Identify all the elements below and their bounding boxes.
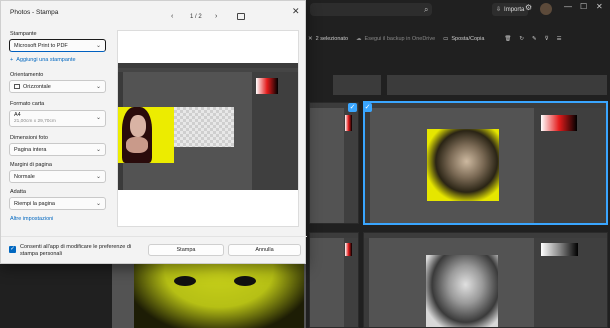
margins-select[interactable]: Normale ⌄ bbox=[9, 170, 106, 183]
edit-icon[interactable]: ✎ bbox=[532, 36, 537, 42]
paper-size-select[interactable]: A4 21,00cm x 29,70cm ⌄ bbox=[9, 110, 106, 127]
delete-icon[interactable]: 🗑 bbox=[504, 36, 511, 42]
import-label: Importa bbox=[504, 6, 525, 13]
printer-label: Stampante bbox=[10, 31, 37, 37]
hand-shape bbox=[126, 137, 148, 153]
preview-image bbox=[118, 63, 298, 190]
paper-size-dimensions: 21,00cm x 29,70cm bbox=[14, 118, 56, 124]
close-icon[interactable]: ✕ bbox=[292, 6, 300, 17]
folder-icon: ▭ bbox=[443, 36, 449, 42]
ps-panel bbox=[343, 108, 358, 223]
consent-checkbox[interactable]: ✓ bbox=[9, 246, 16, 253]
import-button[interactable]: ⇩ Importa bbox=[492, 3, 529, 16]
chevron-down-icon: ⌄ bbox=[95, 115, 101, 121]
transparent-canvas bbox=[174, 107, 234, 147]
selected-count: 2 selezionato bbox=[315, 36, 349, 42]
margins-label: Margini di pagina bbox=[10, 162, 52, 168]
ps-panel bbox=[534, 238, 607, 327]
color-picker bbox=[345, 114, 353, 131]
onedrive-backup-button[interactable]: ☁ Esegui il backup in OneDrive bbox=[356, 36, 435, 42]
cloud-icon: ☁ bbox=[356, 36, 362, 42]
more-settings-label: Altre impostazioni bbox=[10, 216, 54, 222]
paper-size-label: Formato carta bbox=[10, 101, 45, 107]
color-picker bbox=[345, 243, 353, 256]
print-button[interactable]: Stampa bbox=[148, 244, 224, 256]
photos-titlebar: ⌕ ⇩ Importa ⚙ — ☐ ✕ bbox=[300, 0, 610, 18]
orientation-select[interactable]: Orizzontale ⌄ bbox=[9, 80, 106, 93]
ps-panel bbox=[343, 238, 358, 327]
photo-thumbnail[interactable] bbox=[363, 232, 608, 328]
printer-select[interactable]: Microsoft Print to PDF ⌄ bbox=[9, 39, 106, 52]
chevron-down-icon: ⌄ bbox=[95, 147, 101, 153]
close-icon: ✕ bbox=[308, 36, 313, 42]
move-copy-button[interactable]: ▭ Sposta/Copia bbox=[443, 36, 484, 42]
next-page-button[interactable]: › bbox=[215, 13, 217, 20]
color-picker bbox=[256, 78, 278, 94]
selected-check-icon[interactable]: ✓ bbox=[363, 103, 372, 112]
ps-panel bbox=[533, 108, 606, 223]
halftone-face-image bbox=[134, 256, 304, 328]
photo-size-label: Dimensioni foto bbox=[10, 135, 48, 141]
filter-icon[interactable]: ⊽ bbox=[545, 36, 549, 42]
page-indicator: 1 / 2 bbox=[190, 14, 202, 20]
avatar[interactable] bbox=[540, 3, 552, 15]
photo-size-value: Pagina intera bbox=[14, 146, 47, 153]
margins-value: Normale bbox=[14, 173, 35, 180]
screen: ⌕ ⇩ Importa ⚙ — ☐ ✕ ✕ 2 selezionato ☁ Es… bbox=[0, 0, 610, 328]
photo-size-select[interactable]: Pagina intera ⌄ bbox=[9, 143, 106, 156]
orientation-label: Orientamento bbox=[10, 72, 44, 78]
selected-check-icon[interactable]: ✓ bbox=[348, 103, 357, 112]
photo-strip-item[interactable] bbox=[387, 75, 607, 95]
search-icon[interactable]: ⌕ bbox=[424, 5, 428, 15]
search-box[interactable] bbox=[310, 3, 432, 16]
photo-thumbnail[interactable] bbox=[309, 102, 359, 224]
orientation-value: Orizzontale bbox=[23, 83, 51, 90]
selection-toolbar: ✕ 2 selezionato ☁ Esegui il backup in On… bbox=[300, 30, 610, 48]
chevron-down-icon: ⌄ bbox=[95, 174, 101, 180]
ps-toolbox bbox=[365, 108, 370, 223]
fit-view-icon[interactable] bbox=[237, 13, 245, 20]
maximize-icon[interactable]: ☐ bbox=[580, 2, 587, 11]
photo-canvas bbox=[426, 255, 498, 327]
more-settings-link[interactable]: Altre impostazioni bbox=[10, 216, 53, 222]
eye-shape bbox=[174, 276, 196, 286]
chevron-down-icon: ⌄ bbox=[95, 84, 101, 90]
face-shape bbox=[130, 115, 146, 137]
photo-thumbnail-selected[interactable] bbox=[363, 101, 608, 225]
fit-select[interactable]: Riempi la pagina ⌄ bbox=[9, 197, 106, 210]
landscape-icon bbox=[14, 84, 20, 89]
clear-selection[interactable]: ✕ 2 selezionato bbox=[308, 36, 348, 42]
color-picker bbox=[541, 243, 578, 256]
chevron-down-icon: ⌄ bbox=[95, 201, 101, 207]
cancel-button[interactable]: Annulla bbox=[228, 244, 301, 256]
add-printer-link[interactable]: + Aggiungi una stampante bbox=[10, 57, 76, 63]
onedrive-label: Esegui il backup in OneDrive bbox=[364, 36, 436, 42]
printer-value: Microsoft Print to PDF bbox=[14, 42, 68, 49]
minimize-icon[interactable]: — bbox=[564, 2, 572, 11]
fit-label: Adatta bbox=[10, 189, 26, 195]
dialog-title: Photos - Stampa bbox=[10, 9, 59, 16]
fit-value: Riempi la pagina bbox=[14, 200, 55, 207]
import-icon: ⇩ bbox=[496, 7, 502, 13]
portrait-photo bbox=[118, 107, 174, 163]
add-printer-label: Aggiungi una stampante bbox=[16, 57, 76, 63]
rotate-icon[interactable]: ↻ bbox=[519, 36, 524, 42]
eye-shape bbox=[234, 276, 256, 286]
previous-page-button[interactable]: ‹ bbox=[171, 13, 173, 20]
photo-thumbnail[interactable] bbox=[309, 232, 359, 328]
photo-canvas bbox=[427, 129, 499, 201]
photo-strip-item[interactable] bbox=[333, 75, 381, 95]
ps-toolbox bbox=[364, 238, 369, 327]
move-copy-label: Sposta/Copia bbox=[451, 36, 485, 42]
chevron-down-icon: ⌄ bbox=[95, 43, 101, 49]
print-dialog: Photos - Stampa ✕ ‹ 1 / 2 › Stampante Mi… bbox=[0, 0, 307, 264]
color-picker bbox=[540, 114, 578, 131]
plus-icon: + bbox=[10, 57, 14, 63]
footer-divider bbox=[1, 236, 307, 237]
consent-label: Consenti all'app di modificare le prefer… bbox=[20, 244, 132, 257]
close-window-icon[interactable]: ✕ bbox=[596, 2, 603, 11]
gear-icon[interactable]: ⚙ bbox=[525, 3, 532, 12]
ps-panel bbox=[252, 72, 298, 190]
view-icon[interactable]: ☰ bbox=[557, 36, 562, 42]
